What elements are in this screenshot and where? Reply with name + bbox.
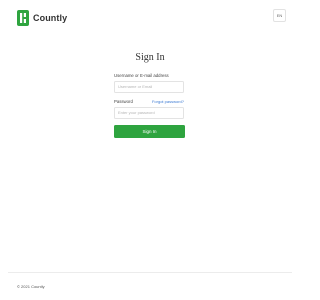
page-title: Sign In <box>135 52 165 63</box>
login-page: Countly EN Sign In Username or E-mail ad… <box>0 0 300 300</box>
password-input[interactable]: Enter your password <box>114 107 184 119</box>
username-label: Username or E-mail address <box>114 73 169 78</box>
footer-copyright: © 2021 Countly <box>17 284 45 289</box>
forgot-password-link[interactable]: Forgot password? <box>152 99 184 104</box>
footer-divider <box>8 272 292 273</box>
username-input[interactable]: Username or Email <box>114 81 184 93</box>
brand-logo[interactable]: Countly <box>17 10 67 26</box>
language-icon: EN <box>276 13 283 18</box>
sign-in-button[interactable]: Sign In <box>114 125 185 138</box>
sign-in-form: Username or E-mail address Username or E… <box>114 73 186 138</box>
password-label: Password <box>114 99 133 104</box>
brand-name: Countly <box>33 13 68 23</box>
password-label-row: Password Forgot password? <box>114 99 184 104</box>
language-button[interactable]: EN <box>273 9 286 22</box>
countly-logo-icon <box>17 10 29 26</box>
